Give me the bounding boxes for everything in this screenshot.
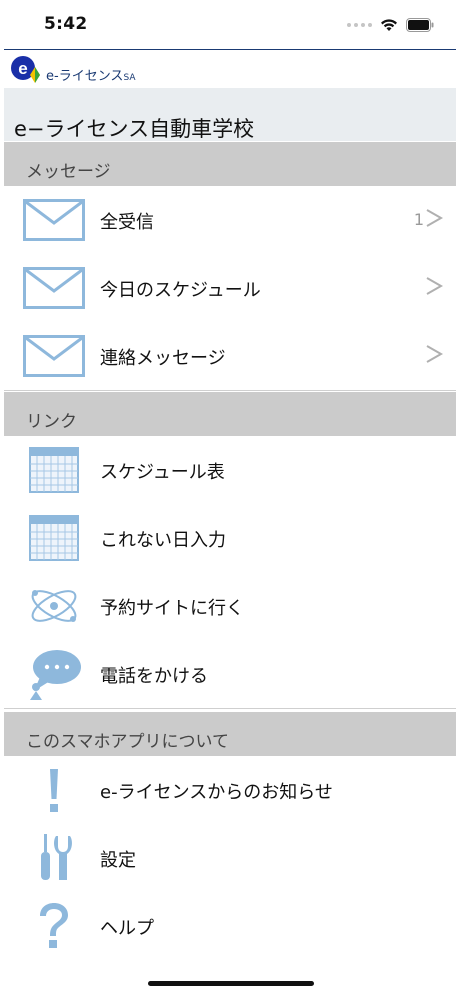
page-title: e−ライセンス自動車学校 — [14, 117, 255, 141]
envelope-icon — [22, 322, 86, 390]
menu-item-label: これない日入力 — [100, 530, 226, 551]
chevron-right-icon — [426, 345, 444, 363]
menu-item-call[interactable]: 電話をかける — [4, 640, 456, 709]
speech-bubble-icon — [22, 640, 86, 708]
status-bar: 5:42 — [0, 0, 460, 50]
question-icon — [22, 892, 86, 960]
status-time: 5:42 — [44, 14, 88, 34]
menu-item-unavailable-dates[interactable]: これない日入力 — [4, 504, 456, 573]
battery-icon — [406, 18, 434, 32]
menu-item-settings[interactable]: 設定 — [4, 824, 456, 893]
menu-item-label: 今日のスケジュール — [100, 280, 261, 301]
menu-item-label: 設定 — [100, 850, 136, 871]
section-header-about: このスマホアプリについて — [4, 712, 456, 756]
wifi-icon — [381, 19, 397, 31]
menu-item-label: スケジュール表 — [100, 462, 225, 483]
svg-text:e: e — [18, 59, 27, 78]
menu-item-contact-messages[interactable]: 連絡メッセージ — [4, 322, 456, 391]
menu-item-label: ヘルプ — [100, 918, 154, 939]
menu-item-schedule-table[interactable]: スケジュール表 — [4, 436, 456, 505]
menu-item-label: 全受信 — [100, 212, 154, 233]
app-logo-bar: e e-ライセンスSA — [4, 49, 456, 89]
app-logo-text: e-ライセンスSA — [46, 69, 136, 84]
atom-icon — [22, 572, 86, 640]
menu-item-help[interactable]: ヘルプ — [4, 892, 456, 960]
menu-item-today-schedule[interactable]: 今日のスケジュール — [4, 254, 456, 323]
menu-item-all-messages[interactable]: 全受信 1 — [4, 186, 456, 255]
envelope-icon — [22, 186, 86, 254]
section-title: メッセージ — [26, 162, 111, 182]
menu-item-news[interactable]: e-ライセンスからのお知らせ — [4, 756, 456, 825]
section-header-links: リンク — [4, 392, 456, 436]
calendar-icon — [22, 504, 86, 572]
exclamation-icon — [22, 756, 86, 824]
section-title: このスマホアプリについて — [26, 732, 229, 752]
tools-icon — [22, 824, 86, 892]
menu-item-label: 連絡メッセージ — [100, 348, 226, 369]
app-logo-icon: e — [11, 56, 40, 83]
menu-item-label: e-ライセンスからのお知らせ — [100, 782, 333, 803]
home-indicator[interactable] — [148, 981, 314, 986]
page-title-area: e−ライセンス自動車学校 — [4, 88, 456, 141]
envelope-icon — [22, 254, 86, 322]
chevron-right-icon — [426, 209, 444, 227]
menu-item-label: 電話をかける — [100, 666, 208, 687]
signal-icon — [347, 23, 372, 27]
menu-item-label: 予約サイトに行く — [100, 598, 244, 619]
unread-count: 1 — [413, 210, 424, 229]
section-header-messages: メッセージ — [4, 142, 456, 186]
section-title: リンク — [26, 412, 77, 432]
menu-item-reservation-site[interactable]: 予約サイトに行く — [4, 572, 456, 641]
status-icons — [347, 16, 434, 34]
chevron-right-icon — [426, 277, 444, 295]
calendar-icon — [22, 436, 86, 504]
